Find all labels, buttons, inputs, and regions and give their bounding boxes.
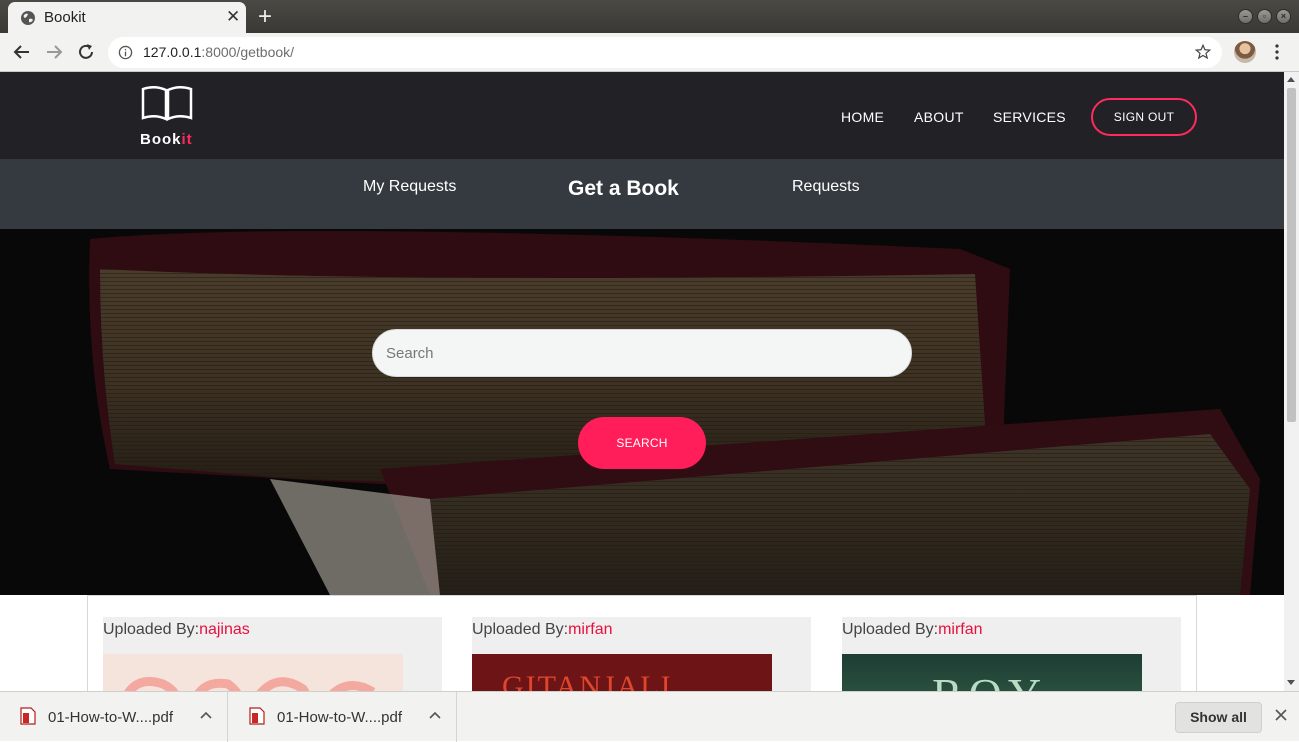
tab-get-a-book[interactable]: Get a Book [568,177,679,201]
page-viewport: Bookit HOME ABOUT SERVICES SIGN OUT My R… [0,72,1284,691]
tab-my-requests[interactable]: My Requests [363,178,456,196]
nav-home-link[interactable]: HOME [841,109,884,125]
close-window-button[interactable]: × [1276,9,1291,24]
open-book-logo-icon[interactable] [141,85,193,121]
pdf-file-icon [249,707,265,725]
book-cover-image[interactable]: GITANJALI [472,654,772,691]
scroll-up-arrow-icon[interactable] [1287,77,1295,82]
more-menu-icon[interactable] [1268,43,1286,61]
nav-services-link[interactable]: SERVICES [993,109,1066,125]
cover-title-text: ROY [932,668,1047,691]
old-books-background-image [0,229,1284,595]
download-item[interactable]: 01-How-to-W....pdf [0,692,228,742]
book-card[interactable]: Uploaded By:najinas [103,617,442,691]
search-button[interactable]: SEARCH [578,417,706,469]
browser-toolbar: 127.0.0.1:8000/getbook/ [0,33,1299,72]
info-icon[interactable] [118,45,133,60]
logo-text[interactable]: Bookit [140,131,193,148]
chevron-up-icon[interactable] [200,710,212,720]
uploader-username[interactable]: mirfan [938,621,982,638]
uploader-line: Uploaded By:mirfan [472,621,613,638]
book-card[interactable]: Uploaded By:mirfan GITANJALI [472,617,811,691]
cover-title-text: GITANJALI [502,670,673,691]
chevron-up-icon[interactable] [429,710,441,720]
browser-tab-strip: Bookit ✕ + – ▫ × [0,0,1299,33]
search-input[interactable] [372,329,912,377]
url-text[interactable]: 127.0.0.1:8000/getbook/ [143,44,294,60]
download-item[interactable]: 01-How-to-W....pdf [229,692,457,742]
nav-about-link[interactable]: ABOUT [914,109,964,125]
uploader-line: Uploaded By:najinas [103,621,250,638]
download-filename: 01-How-to-W....pdf [277,709,403,726]
uploader-username[interactable]: mirfan [568,621,612,638]
book-cover-image[interactable] [103,654,403,691]
browser-tab[interactable]: Bookit ✕ [8,2,246,33]
scroll-down-arrow-icon[interactable] [1287,680,1295,685]
address-bar[interactable]: 127.0.0.1:8000/getbook/ [108,37,1222,68]
close-tab-icon[interactable]: ✕ [226,7,240,27]
forward-arrow-icon[interactable] [42,40,66,64]
show-all-downloads-button[interactable]: Show all [1175,702,1262,733]
tab-requests[interactable]: Requests [792,178,860,196]
close-icon[interactable] [1273,707,1289,723]
pdf-file-icon [20,707,36,725]
book-results: Uploaded By:najinas Uploaded By:mirfan G… [87,595,1197,691]
sub-navigation: My Requests Get a Book Requests [0,159,1284,229]
uploader-username[interactable]: najinas [199,621,250,638]
book-card[interactable]: Uploaded By:mirfan ROY [842,617,1181,691]
tab-title: Bookit [44,9,86,26]
new-tab-button[interactable]: + [258,3,272,31]
globe-icon [21,11,35,25]
maximize-window-button[interactable]: ▫ [1257,9,1272,24]
back-arrow-icon[interactable] [10,40,34,64]
profile-avatar[interactable] [1234,41,1256,63]
reload-icon[interactable] [74,40,98,64]
scroll-thumb[interactable] [1287,88,1296,422]
downloads-bar: 01-How-to-W....pdf 01-How-to-W....pdf Sh… [0,691,1299,742]
download-filename: 01-How-to-W....pdf [48,709,174,726]
bookmark-star-icon[interactable] [1194,43,1212,61]
minimize-window-button[interactable]: – [1238,9,1253,24]
hero-banner: SEARCH [0,229,1284,595]
site-header: Bookit HOME ABOUT SERVICES SIGN OUT [0,72,1284,159]
uploader-line: Uploaded By:mirfan [842,621,983,638]
page-scrollbar[interactable] [1284,72,1299,691]
sign-out-button[interactable]: SIGN OUT [1091,98,1197,136]
book-cover-image[interactable]: ROY [842,654,1142,691]
